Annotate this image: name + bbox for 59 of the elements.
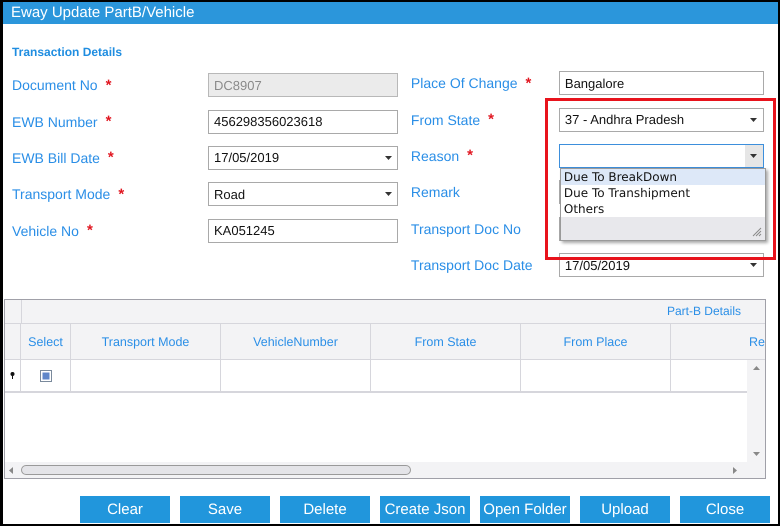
field-label: Document No	[12, 77, 98, 94]
field-label: Transport Mode	[12, 186, 110, 202]
vertical-scrollbar[interactable]	[747, 360, 765, 462]
field-label: Vehicle No	[12, 222, 79, 239]
field-label: Place Of Change	[410, 75, 518, 92]
action-button[interactable]: Close	[680, 496, 770, 524]
column-header[interactable]: Select	[21, 324, 71, 360]
dropdown-option[interactable]: Due To Transhipment	[560, 184, 765, 201]
action-button[interactable]: Upload	[580, 496, 670, 524]
horizontal-scrollbar[interactable]	[5, 462, 765, 478]
required-mark: *	[488, 111, 494, 128]
window-title: Eway Update PartB/Vehicle	[3, 2, 778, 24]
field-label: Transport Doc No	[410, 220, 521, 237]
checkbox-icon	[40, 370, 52, 382]
column-header[interactable]: Transport Mode	[71, 324, 221, 360]
field-label: Transport Doc Date	[410, 257, 533, 274]
required-mark: *	[106, 113, 112, 130]
field-label: EWB Number	[12, 114, 98, 130]
action-button[interactable]: Open Folder	[480, 496, 570, 524]
required-mark: *	[526, 74, 532, 92]
dropdown-option[interactable]: Others	[560, 200, 765, 217]
scroll-up-icon	[752, 366, 760, 370]
field-label: Remark	[410, 184, 460, 200]
scroll-right-icon	[733, 466, 737, 474]
scroll-down-icon	[752, 452, 760, 456]
field-label: EWB Bill Date	[12, 150, 100, 166]
action-button[interactable]: Create Json	[380, 496, 470, 524]
required-mark: *	[86, 222, 93, 240]
dropdown-field[interactable]: 17/05/2019	[208, 146, 398, 170]
caret-icon	[384, 192, 392, 196]
resize-grip-icon	[752, 226, 762, 237]
pin-icon	[10, 372, 15, 380]
input-field[interactable]: 456298356023618	[208, 110, 398, 134]
caret-icon	[750, 118, 758, 122]
required-mark: *	[106, 76, 112, 94]
column-header[interactable]: From Place	[521, 324, 671, 360]
dropdown-field[interactable]: Road	[208, 182, 398, 206]
action-button[interactable]: Clear	[80, 496, 170, 524]
scroll-thumb[interactable]	[21, 465, 411, 476]
dropdown-field[interactable]: 37 - Andhra Pradesh	[558, 108, 764, 132]
caret-icon	[750, 154, 758, 158]
column-header[interactable]: VehicleNumber	[221, 324, 371, 360]
action-button[interactable]: Delete	[280, 496, 370, 524]
column-header[interactable]: Re	[671, 324, 765, 360]
section-title: Transaction Details	[12, 45, 122, 59]
caret-icon	[750, 263, 758, 268]
required-mark: *	[118, 186, 124, 203]
field-label: From State	[410, 112, 480, 128]
required-mark: *	[467, 147, 474, 164]
field-label: Reason	[410, 148, 460, 164]
column-header[interactable]: From State	[371, 324, 521, 360]
input-field[interactable]: KA051245	[208, 218, 398, 243]
scroll-left-icon	[9, 466, 13, 474]
action-button[interactable]: Save	[180, 496, 270, 524]
group-header: Part-B Details	[666, 303, 742, 320]
dropdown-option[interactable]: Due To BreakDown	[560, 168, 765, 185]
input-field[interactable]: Bangalore	[558, 71, 764, 96]
caret-icon	[384, 156, 392, 160]
required-mark: *	[108, 149, 114, 166]
